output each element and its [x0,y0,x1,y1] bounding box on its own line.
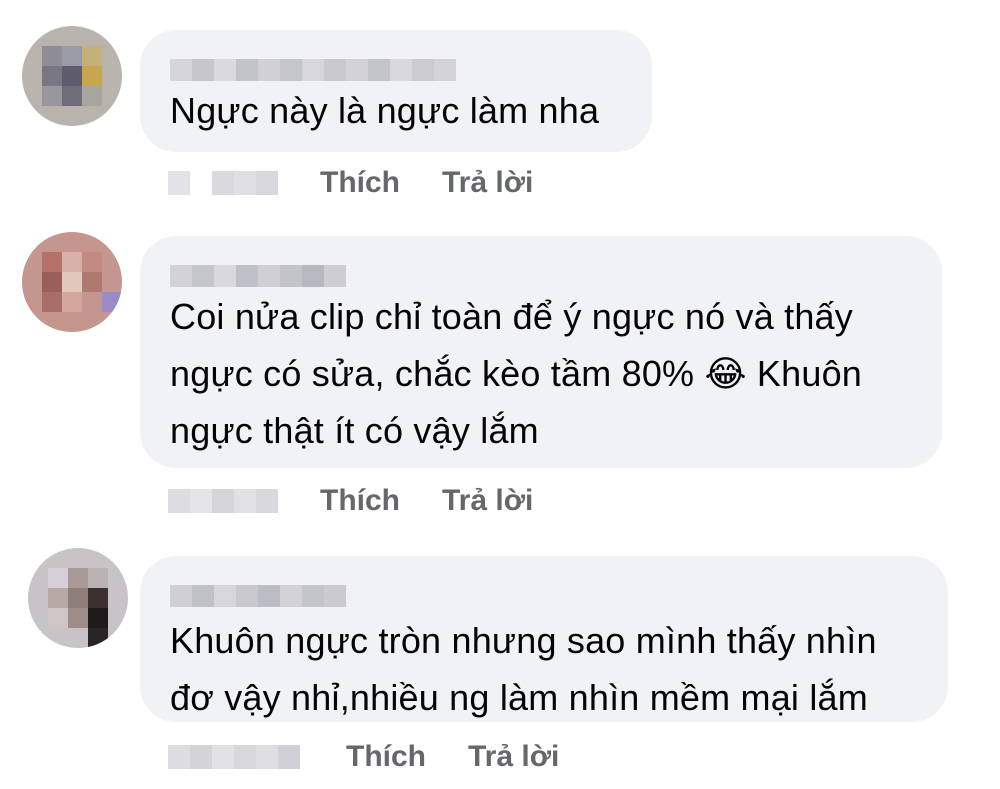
avatar[interactable] [22,232,122,332]
comment-bubble: Khuôn ngực tròn nhưng sao mình thấy nhìn… [140,556,948,722]
reply-button[interactable]: Trả lời [442,166,533,200]
author-name-blurred[interactable] [170,582,918,610]
avatar[interactable] [28,548,128,648]
avatar[interactable] [22,26,122,126]
comment-actions: Thích Trả lời [168,484,533,518]
comment-actions: Thích Trả lời [168,740,559,774]
like-button[interactable]: Thích [320,484,400,518]
author-name-blurred[interactable] [170,56,622,84]
like-button[interactable]: Thích [346,740,426,774]
comment-bubble: Coi nửa clip chỉ toàn để ý ngực nó và th… [140,236,942,468]
author-name-blurred[interactable] [170,262,912,290]
comment-text: Coi nửa clip chỉ toàn để ý ngực nó và th… [170,296,863,451]
timestamp-blurred[interactable] [168,743,344,771]
reply-button[interactable]: Trả lời [468,740,559,774]
comment-bubble: Ngực này là ngực làm nha [140,30,652,152]
comment-actions: Thích Trả lời [168,166,533,200]
timestamp-blurred[interactable] [168,487,318,515]
timestamp-blurred[interactable] [168,169,318,197]
comment-text: Khuôn ngực tròn nhưng sao mình thấy nhìn… [170,620,877,718]
reply-button[interactable]: Trả lời [442,484,533,518]
comment-text: Ngực này là ngực làm nha [170,90,600,131]
like-button[interactable]: Thích [320,166,400,200]
